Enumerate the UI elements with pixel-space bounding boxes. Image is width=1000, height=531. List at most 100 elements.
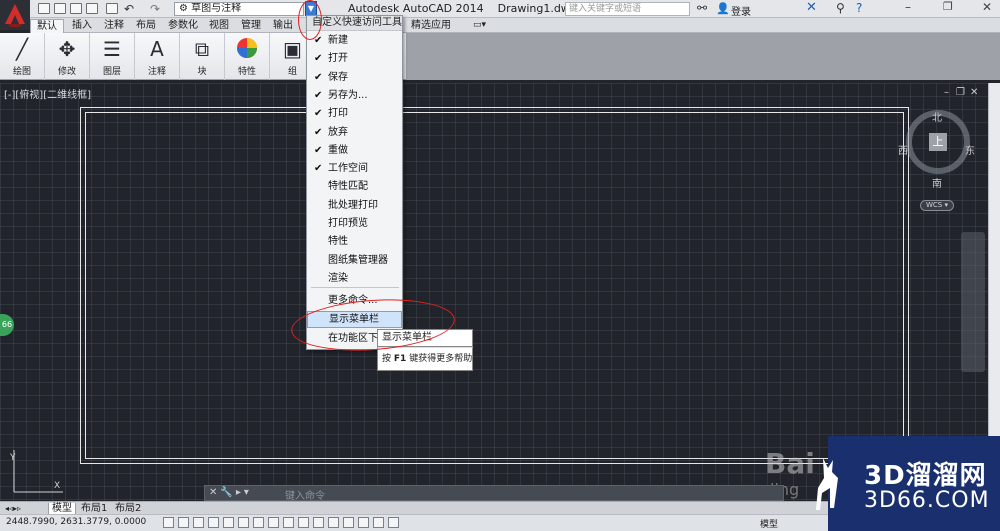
compass-north[interactable]: 北 — [932, 109, 942, 124]
tab-output[interactable]: 输出 — [267, 19, 299, 33]
workspace-gear-icon: ⚙ — [179, 3, 188, 14]
menu-item-label: 图纸集管理器 — [328, 254, 388, 266]
osnap-icon[interactable] — [238, 517, 249, 528]
menu-item[interactable]: ✔ 新建 — [307, 32, 402, 49]
help-icon[interactable]: ? — [856, 1, 862, 15]
command-line[interactable]: ✕🔧▸▾ 键入命令 — [204, 485, 784, 502]
binoculars-icon[interactable]: ⚯ — [697, 1, 707, 15]
infer-constraints-icon[interactable] — [163, 517, 174, 528]
menu-item[interactable]: ✔ 另存为... — [307, 87, 402, 104]
draw-button[interactable]: ╱ 绘图 — [0, 33, 45, 80]
svg-text:X: X — [54, 481, 60, 491]
checkmark-icon: ✔ — [314, 144, 323, 156]
print-icon[interactable] — [106, 3, 118, 14]
menu-item[interactable]: ✔ 打印 — [307, 105, 402, 122]
menu-item[interactable]: 打印预览 — [307, 215, 402, 232]
menu-item-label: 另存为... — [328, 89, 368, 101]
save-icon[interactable] — [70, 3, 82, 14]
workspace-select[interactable]: ⚙ 草图与注释 — [174, 2, 304, 16]
checkmark-icon: ✔ — [314, 71, 323, 83]
wcs-menu[interactable]: WCS ▾ — [920, 200, 954, 211]
checkmark-icon: ✔ — [314, 126, 323, 138]
workspace-label: 草图与注释 — [191, 3, 242, 14]
move-icon: ✥ — [58, 37, 76, 61]
sync-icon[interactable]: ⚲ — [836, 1, 845, 15]
menu-item[interactable]: ✔ 保存 — [307, 69, 402, 86]
model-space-toggle[interactable]: 模型 — [760, 517, 778, 530]
modify-button[interactable]: ✥ 修改 — [45, 33, 90, 80]
line-icon: ╱ — [15, 37, 29, 61]
otrack-icon[interactable] — [268, 517, 279, 528]
workspace-switch-icon[interactable] — [388, 517, 399, 528]
snap-mode-icon[interactable] — [178, 517, 189, 528]
ribbon-options-icon[interactable]: ▭▾ — [467, 19, 492, 33]
tab-manage[interactable]: 管理 — [235, 19, 267, 33]
redo-icon[interactable]: ↷ — [150, 2, 160, 16]
viewport-restore-icon[interactable]: ❐ — [956, 87, 965, 98]
tab-layout[interactable]: 布局 — [130, 19, 162, 33]
menu-item[interactable]: 批处理打印 — [307, 197, 402, 214]
3dosnap-icon[interactable] — [253, 517, 264, 528]
application-menu-button[interactable] — [0, 0, 30, 30]
selection-cycling-icon[interactable] — [358, 517, 369, 528]
new-icon[interactable] — [38, 3, 50, 14]
menu-item[interactable]: ✔ 重做 — [307, 142, 402, 159]
menu-item[interactable]: ✔ 放弃 — [307, 124, 402, 141]
command-line-tools-icon[interactable]: ✕🔧▸▾ — [209, 487, 252, 498]
menu-item-label: 新建 — [328, 35, 348, 46]
menu-item-label: 重做 — [328, 144, 348, 156]
properties-button[interactable]: 特性 — [225, 33, 270, 80]
menu-separator — [311, 287, 399, 288]
tab-parametric[interactable]: 参数化 — [162, 19, 204, 33]
quick-properties-icon[interactable] — [343, 517, 354, 528]
menu-item[interactable]: 渲染 — [307, 270, 402, 287]
tab-annotate[interactable]: 注释 — [98, 19, 130, 33]
dyn-icon[interactable] — [298, 517, 309, 528]
search-input[interactable]: 键入关键字或短语 — [565, 2, 690, 16]
menu-item[interactable]: 特性 — [307, 233, 402, 250]
undo-icon[interactable]: ↶ — [124, 2, 134, 16]
tab-insert[interactable]: 插入 — [66, 19, 98, 33]
minimize-icon[interactable]: – — [905, 0, 911, 14]
navigation-bar[interactable] — [961, 232, 985, 372]
command-input[interactable]: 键入命令 — [285, 487, 325, 502]
exchange-icon[interactable]: ✕ — [806, 0, 817, 15]
ortho-icon[interactable] — [208, 517, 219, 528]
maximize-icon[interactable]: ❐ — [943, 0, 953, 13]
viewport-minimize-icon[interactable]: – — [944, 87, 949, 98]
save-as-icon[interactable] — [86, 3, 98, 14]
block-button[interactable]: ⧉ 块 — [180, 33, 225, 80]
menu-item-label: 批处理打印 — [328, 199, 378, 211]
menu-item-label: 渲染 — [328, 272, 348, 284]
checkmark-icon: ✔ — [314, 163, 323, 175]
transparency-icon[interactable] — [328, 517, 339, 528]
viewport-controls[interactable]: [-][俯视][二维线框] — [4, 86, 91, 101]
tab-featured-apps[interactable]: 精选应用 — [405, 19, 457, 33]
open-icon[interactable] — [54, 3, 66, 14]
grid-icon[interactable] — [193, 517, 204, 528]
viewcube-top-face[interactable]: 上 — [929, 133, 947, 151]
viewport-close-icon[interactable]: ✕ — [970, 87, 978, 98]
checkmark-icon: ✔ — [314, 89, 323, 101]
lineweight-icon[interactable] — [313, 517, 324, 528]
text-icon: A — [150, 37, 164, 61]
autocad-logo-icon — [5, 4, 25, 27]
compass-east[interactable]: 东 — [965, 142, 975, 157]
compass-west[interactable]: 西 — [898, 142, 908, 157]
annotation-monitor-icon[interactable] — [373, 517, 384, 528]
menu-item[interactable]: ✔ 打开 — [307, 50, 402, 67]
polar-icon[interactable] — [223, 517, 234, 528]
svg-text:Y: Y — [9, 453, 16, 463]
annotate-button[interactable]: A 注释 — [135, 33, 180, 80]
close-icon[interactable]: ✕ — [982, 0, 992, 14]
ducs-icon[interactable] — [283, 517, 294, 528]
menu-item[interactable]: 特性匹配 — [307, 178, 402, 195]
tab-default[interactable]: 默认 — [30, 19, 64, 33]
login-button[interactable]: 登录 — [731, 3, 751, 18]
tab-view[interactable]: 视图 — [203, 19, 235, 33]
menu-item[interactable]: 图纸集管理器 — [307, 252, 402, 269]
layers-button[interactable]: ☰ 图层 — [90, 33, 135, 80]
compass-south[interactable]: 南 — [932, 175, 942, 190]
block-icon: ⧉ — [194, 37, 210, 61]
menu-item[interactable]: ✔ 工作空间 — [307, 160, 402, 177]
